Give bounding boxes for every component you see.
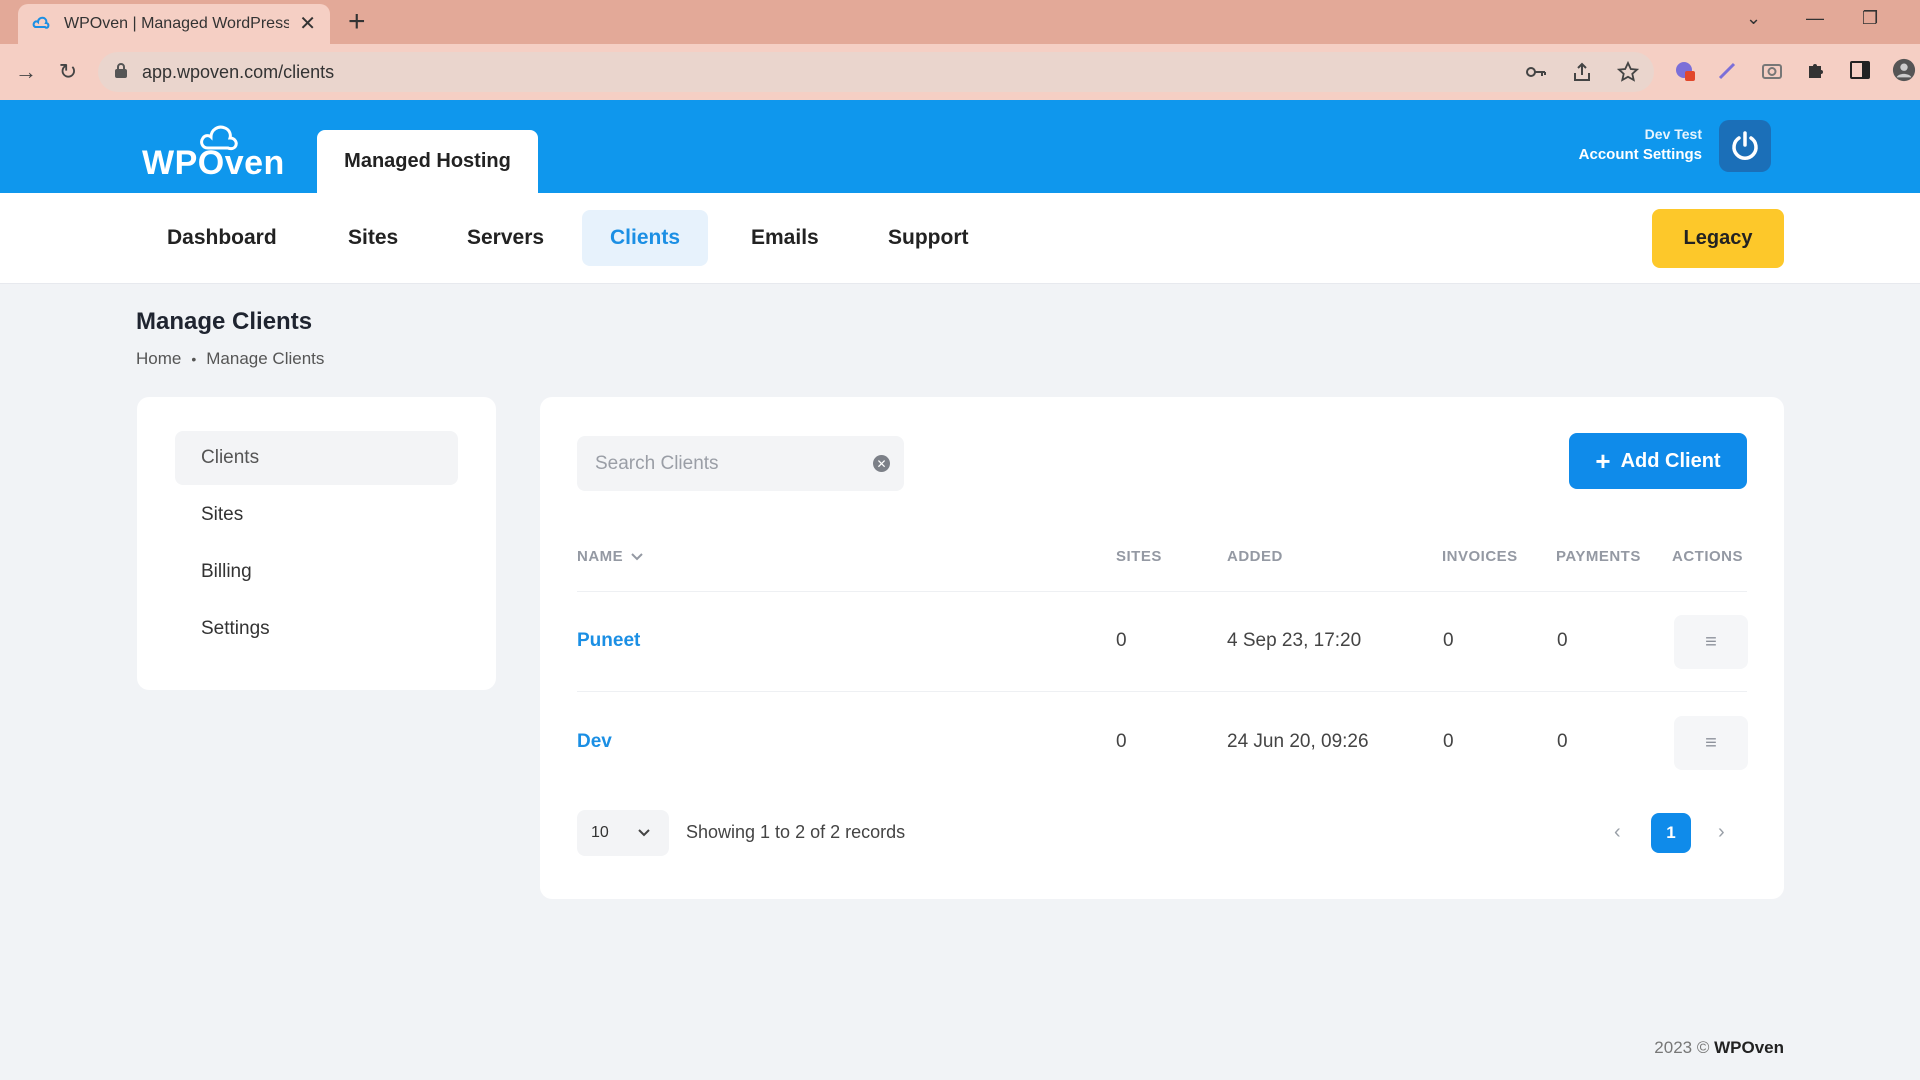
column-header-actions: ACTIONS — [1672, 548, 1743, 565]
sidebar-item-settings[interactable]: Settings — [175, 602, 458, 656]
column-header-sites: SITES — [1116, 548, 1162, 565]
client-added-date: 4 Sep 23, 17:20 — [1227, 630, 1362, 651]
close-tab-icon[interactable]: ✕ — [299, 14, 316, 34]
clients-panel: ✕ + Add Client NAME SITES ADDED INVOICES… — [540, 397, 1784, 899]
records-summary: Showing 1 to 2 of 2 records — [686, 822, 906, 842]
sidebar-item-sites[interactable]: Sites — [175, 488, 458, 542]
forward-icon[interactable]: → — [12, 58, 40, 86]
previous-page-icon[interactable]: ‹ — [1614, 821, 1621, 844]
search-clients-input[interactable] — [595, 452, 865, 475]
managed-hosting-tab[interactable]: Managed Hosting — [317, 130, 538, 193]
table-divider — [577, 691, 1747, 692]
chevron-down-icon — [638, 829, 650, 837]
logo-text: WPOven — [142, 144, 285, 182]
nav-servers[interactable]: Servers — [439, 210, 572, 266]
client-sites-count: 0 — [1116, 630, 1127, 651]
lock-icon — [114, 62, 128, 83]
column-header-invoices: INVOICES — [1442, 548, 1518, 565]
account-menu[interactable]: Dev Test Account Settings — [1579, 126, 1702, 163]
clear-search-icon[interactable]: ✕ — [873, 455, 890, 472]
share-icon[interactable] — [1570, 60, 1594, 84]
nav-support[interactable]: Support — [860, 210, 996, 266]
puzzle-icon[interactable] — [1804, 58, 1828, 82]
client-added-date: 24 Jun 20, 09:26 — [1227, 731, 1369, 752]
browser-address-bar: → ↻ app.wpoven.com/clients — [0, 44, 1920, 100]
sidebar-item-billing[interactable]: Billing — [175, 545, 458, 599]
column-header-payments: PAYMENTS — [1556, 548, 1641, 565]
account-name: Dev Test — [1644, 126, 1702, 142]
client-invoices-count: 0 — [1443, 731, 1454, 752]
client-sites-count: 0 — [1116, 731, 1127, 752]
bookmark-star-icon[interactable] — [1616, 60, 1640, 84]
footer-brand[interactable]: WPOven — [1714, 1038, 1784, 1057]
breadcrumb-separator: • — [191, 351, 197, 367]
wpoven-favicon-icon — [32, 14, 52, 34]
app-header: WPOven Managed Hosting Dev Test Account … — [0, 100, 1920, 193]
client-name-link[interactable]: Puneet — [577, 630, 640, 652]
nav-emails[interactable]: Emails — [723, 210, 847, 266]
reload-icon[interactable]: ↻ — [54, 58, 82, 86]
clients-sidebar: Clients Sites Billing Settings — [137, 397, 496, 690]
per-page-value: 10 — [591, 824, 609, 841]
column-header-added: ADDED — [1227, 548, 1283, 565]
page-number-button[interactable]: 1 — [1651, 813, 1691, 853]
extension-gear-icon[interactable] — [1672, 58, 1696, 82]
sort-chevron-icon — [631, 552, 643, 560]
extensions-bar — [1672, 58, 1916, 82]
browser-tab[interactable]: WPOven | Managed WordPress H ✕ — [18, 4, 330, 44]
client-name-link[interactable]: Dev — [577, 731, 612, 753]
nav-dashboard[interactable]: Dashboard — [139, 210, 305, 266]
per-page-select[interactable]: 10 — [577, 810, 669, 856]
camera-icon[interactable] — [1760, 58, 1784, 82]
sidebar-item-clients[interactable]: Clients — [175, 431, 458, 485]
key-icon[interactable] — [1524, 60, 1548, 84]
client-payments-count: 0 — [1557, 630, 1568, 651]
row-actions-button[interactable]: ≡ — [1674, 615, 1748, 669]
profile-avatar-icon[interactable] — [1892, 58, 1916, 82]
legacy-button[interactable]: Legacy — [1652, 209, 1784, 268]
browser-tab-bar: WPOven | Managed WordPress H ✕ + ⌄ — ❐ — [0, 0, 1920, 44]
logout-button[interactable] — [1719, 120, 1771, 172]
add-client-button[interactable]: + Add Client — [1569, 433, 1747, 489]
new-tab-icon[interactable]: + — [348, 6, 366, 38]
account-settings-link[interactable]: Account Settings — [1579, 146, 1702, 163]
tab-search-chevron-icon[interactable]: ⌄ — [1746, 8, 1761, 29]
main-navigation: Dashboard Sites Servers Clients Emails S… — [0, 193, 1920, 284]
breadcrumb-current: Manage Clients — [206, 349, 325, 368]
column-header-name[interactable]: NAME — [577, 548, 643, 565]
search-box: ✕ — [577, 436, 904, 491]
page-footer: 2023 © WPOven — [1654, 1038, 1784, 1058]
row-actions-button[interactable]: ≡ — [1674, 716, 1748, 770]
column-header-name-label: NAME — [577, 548, 624, 565]
table-divider — [577, 591, 1747, 592]
footer-year: 2023 © — [1654, 1038, 1710, 1057]
breadcrumb-home[interactable]: Home — [136, 349, 181, 369]
nav-clients[interactable]: Clients — [582, 210, 709, 266]
restore-icon[interactable]: ❐ — [1862, 8, 1878, 29]
breadcrumb: Home • Manage Clients — [136, 349, 324, 369]
pen-icon[interactable] — [1716, 58, 1740, 82]
browser-tab-title: WPOven | Managed WordPress H — [64, 15, 290, 32]
wpoven-logo[interactable]: WPOven — [142, 118, 284, 182]
menu-lines-icon: ≡ — [1705, 731, 1717, 754]
power-icon — [1732, 131, 1758, 160]
nav-sites[interactable]: Sites — [320, 210, 426, 266]
page-title: Manage Clients — [136, 308, 313, 335]
url-text: app.wpoven.com/clients — [142, 61, 335, 82]
client-invoices-count: 0 — [1443, 630, 1454, 651]
minimize-icon[interactable]: — — [1806, 8, 1824, 29]
plus-icon: + — [1595, 446, 1611, 476]
add-client-label: Add Client — [1620, 449, 1721, 472]
client-payments-count: 0 — [1557, 731, 1568, 752]
sidebar-panel-icon[interactable] — [1848, 58, 1872, 82]
url-field[interactable]: app.wpoven.com/clients — [98, 52, 1654, 92]
next-page-icon[interactable]: › — [1718, 821, 1725, 844]
menu-lines-icon: ≡ — [1705, 630, 1717, 653]
